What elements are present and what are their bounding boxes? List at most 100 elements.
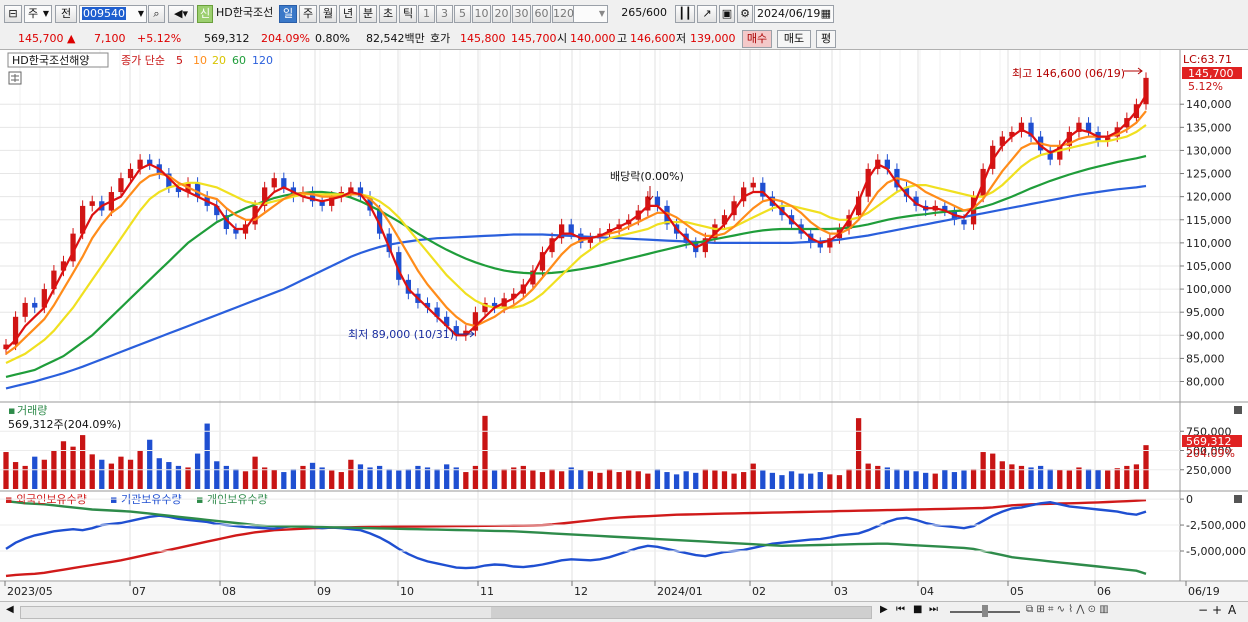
minute-tab-0[interactable]: 1 (418, 5, 435, 23)
fast-forward-icon[interactable]: ⏭ (929, 604, 938, 615)
eval-button[interactable]: 평 (816, 30, 836, 48)
candle-body (127, 168, 134, 179)
x-tick-label: 08 (222, 585, 236, 598)
volume-bar (683, 471, 689, 489)
period-tab-4[interactable]: 분 (359, 5, 377, 23)
x-tick-label: 02 (752, 585, 766, 598)
x-tick-label: 06/19 (1188, 585, 1220, 598)
zoom-out-icon[interactable]: − (1198, 603, 1208, 617)
calendar-icon[interactable]: ▦ (821, 6, 831, 22)
volume-bar (855, 418, 862, 489)
candle-body (568, 224, 574, 234)
volume-bar (434, 468, 440, 489)
scroll-right-icon[interactable]: ▶ (880, 604, 888, 615)
period-tab-2[interactable]: 월 (319, 5, 337, 23)
font-size-icon[interactable]: A (1228, 603, 1236, 617)
price-tick-label: 125,000 (1186, 168, 1232, 181)
data-count-value[interactable]: 265 (621, 6, 642, 19)
high-value: 146,600 (630, 32, 676, 45)
minute-tab-7[interactable]: 120 (552, 5, 574, 23)
ma-legend-prefix: 종가 단순 (121, 54, 165, 67)
price-tick-label: 100,000 (1186, 283, 1232, 296)
volume-close-icon[interactable] (1234, 406, 1242, 414)
minute-tab-5[interactable]: 30 (512, 5, 531, 23)
draw-tool-icon[interactable]: ↗ (697, 5, 717, 23)
type-select[interactable]: 주 ▼ (24, 5, 52, 23)
minute-tab-3[interactable]: 10 (472, 5, 491, 23)
volume-bar (903, 470, 910, 489)
candle-body (118, 178, 124, 193)
scroll-track[interactable] (20, 606, 872, 619)
period-tab-5[interactable]: 초 (379, 5, 397, 23)
volume-bar (970, 468, 977, 489)
buy-button[interactable]: 매수 (742, 30, 772, 48)
minute-tab-2[interactable]: 5 (454, 5, 471, 23)
volume-bar (70, 446, 76, 489)
volume-bar (338, 472, 344, 489)
volume-bar (1047, 468, 1053, 489)
type-select-value: 주 (28, 7, 39, 20)
volume-bar (41, 459, 47, 489)
volume-ratio: 204.09% (261, 32, 310, 45)
volume-bar (491, 470, 498, 489)
last-pct-label: 5.12% (1188, 80, 1223, 93)
minute-tab-4[interactable]: 20 (492, 5, 511, 23)
chevron-down-icon: ▼ (137, 9, 144, 18)
date-input-value: 2024/06/19 (757, 7, 821, 20)
volume-bar (511, 467, 517, 489)
price-tick-label: 90,000 (1186, 329, 1225, 342)
volume-bar (1133, 464, 1140, 489)
minute-tab-6[interactable]: 60 (532, 5, 551, 23)
bid-value: 145,700 (511, 32, 557, 45)
scroll-left-icon[interactable]: ◀ (6, 604, 14, 615)
bottom-bar: ◀ ▶ ⏮ ■ ⏭ ⧉ ⊞ ⌗ ∿ ⌇ ⋀ ⊙ ▥ − + A (0, 601, 1248, 622)
rewind-icon[interactable]: ⏮ (896, 604, 905, 615)
volume-bar (817, 472, 823, 489)
period-tab-3[interactable]: 년 (339, 5, 357, 23)
prev-button[interactable]: 전 (55, 5, 77, 23)
volume-bar (453, 467, 459, 489)
sell-button[interactable]: 매도 (777, 30, 811, 48)
window-menu-icon[interactable]: ⊟ (4, 5, 22, 23)
volume-bar (1066, 470, 1072, 489)
volume-bar (827, 474, 833, 489)
volume-current-label: 569,312주(204.09%) (8, 418, 121, 431)
date-input[interactable]: 2024/06/19 ▦ (754, 5, 834, 23)
ask-value: 145,800 (460, 32, 506, 45)
volume-bar (961, 470, 967, 489)
zoom-in-icon[interactable]: + (1212, 603, 1222, 617)
scroll-thumb[interactable] (491, 607, 871, 618)
volume-bar (693, 472, 699, 489)
volume-bar (348, 459, 354, 489)
volume-bar (731, 473, 737, 489)
volume-bar (1114, 468, 1120, 489)
volume-bar (721, 471, 728, 489)
ma-legend-5: 5 (176, 54, 183, 67)
zoom-slider-handle[interactable] (982, 605, 988, 617)
volume-bar (530, 470, 536, 489)
speaker-icon[interactable]: ◀▾ (168, 5, 194, 23)
lc-label: LC:63.71 (1183, 53, 1232, 66)
stock-chart[interactable]: HD한국조선해양 종가 단순 5 10 20 60 120 최고 146,600… (0, 50, 1248, 601)
minute-custom-select[interactable]: ▼ (572, 5, 608, 23)
stock-title: HD한국조선해양 (12, 53, 89, 67)
x-tick-label: 09 (317, 585, 331, 598)
volume-last-pct: 204.09% (1186, 447, 1235, 460)
holding-close-icon[interactable] (1234, 495, 1242, 503)
minute-tab-1[interactable]: 3 (436, 5, 453, 23)
volume-bar (405, 468, 411, 489)
gear-icon[interactable]: ⚙ (737, 5, 753, 23)
chart-type-icon[interactable]: ┃┃ (675, 5, 695, 23)
stock-code-input[interactable]: 009540 ▼ (79, 5, 147, 23)
toolbox-icons[interactable]: ⧉ ⊞ ⌗ ∿ ⌇ ⋀ ⊙ ▥ (1026, 604, 1109, 615)
x-tick-label: 11 (480, 585, 494, 598)
search-icon[interactable]: ⌕ (148, 5, 165, 23)
period-tab-0[interactable]: 일 (279, 5, 297, 23)
save-icon[interactable]: ▣ (719, 5, 735, 23)
volume-bar (424, 467, 431, 489)
holding-tick-label: 0 (1186, 493, 1193, 506)
period-tab-1[interactable]: 주 (299, 5, 317, 23)
stop-icon[interactable]: ■ (913, 604, 922, 615)
period-tab-6[interactable]: 틱 (399, 5, 417, 23)
x-tick-label: 07 (132, 585, 146, 598)
